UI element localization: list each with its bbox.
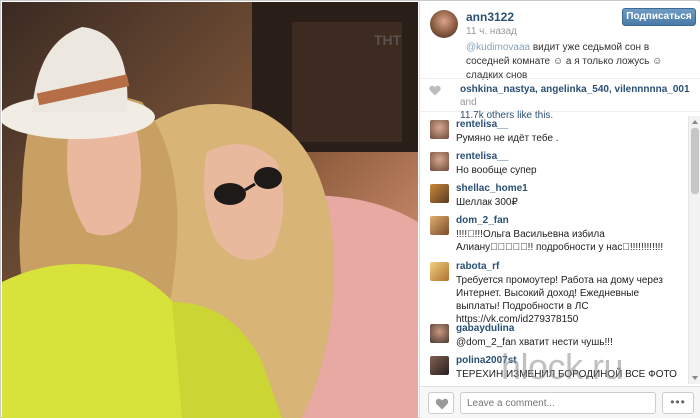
commenter-username[interactable]: rabota_rf (456, 261, 499, 272)
commenter-username[interactable]: gabaydulina (456, 323, 514, 334)
scroll-thumb[interactable] (691, 128, 699, 194)
post-photo[interactable]: ТНТ (2, 2, 418, 418)
site-watermark: hlock.ru (501, 346, 624, 387)
heart-icon (429, 85, 441, 96)
comment-text: !!!!⃣!!!Ольга Васильевна избила Алиану⃣⃣… (456, 229, 664, 253)
commenter-username[interactable]: dom_2_fan (456, 215, 509, 226)
commenter-avatar[interactable] (430, 324, 449, 343)
commenter-username[interactable]: rentelisa__ (456, 151, 508, 162)
photo-illustration (2, 2, 418, 418)
post-timestamp: 11 ч. назад (466, 26, 517, 37)
scroll-up-icon[interactable] (691, 118, 699, 126)
likes-section: oshkina_nastya, angelinka_540, vilennnnn… (420, 78, 700, 121)
scroll-down-icon[interactable] (691, 374, 699, 382)
follow-button[interactable]: Подписаться (622, 8, 696, 26)
commenter-username[interactable]: shellac_home1 (456, 183, 528, 194)
comments-scrollbar[interactable] (688, 116, 700, 384)
comment-text: Но вообще супер (456, 165, 537, 176)
comment-text: Требуется промоутер! Работа на дому чере… (456, 275, 663, 325)
commenter-avatar[interactable] (430, 120, 449, 139)
heart-icon (435, 398, 449, 410)
author-avatar[interactable] (430, 10, 458, 38)
commenter-avatar[interactable] (430, 152, 449, 171)
commenter-avatar[interactable] (430, 216, 449, 235)
commenter-avatar[interactable] (430, 184, 449, 203)
comment-input[interactable] (460, 392, 656, 414)
commenter-username[interactable]: rentelisa__ (456, 119, 508, 130)
liked-by-users[interactable]: oshkina_nastya, angelinka_540, vilennnnn… (460, 84, 690, 95)
comment-bar: ••• (420, 386, 700, 418)
author-username[interactable]: ann3122 (466, 10, 514, 24)
comment-text: Шеллак 300₽ (456, 197, 518, 208)
commenter-avatar[interactable] (430, 356, 449, 375)
more-options-button[interactable]: ••• (662, 392, 694, 414)
likes-and: and (460, 97, 477, 108)
caption-mention[interactable]: @kudimovaaa (466, 42, 530, 53)
commenter-avatar[interactable] (430, 262, 449, 281)
instagram-embed: ТНТ ann3122 11 ч. назад Подписаться @kud… (0, 0, 700, 418)
post-header: ann3122 11 ч. назад Подписаться @kudimov… (420, 2, 700, 81)
like-button[interactable] (428, 392, 454, 414)
post-caption: @kudimovaaa видит уже седьмой сон в сосе… (466, 41, 694, 83)
comments-list: rentelisa__ Румяно не идёт тебе . rentel… (420, 116, 688, 384)
tv-channel-logo: ТНТ (374, 32, 402, 48)
comment-text: Румяно не идёт тебе . (456, 133, 559, 144)
